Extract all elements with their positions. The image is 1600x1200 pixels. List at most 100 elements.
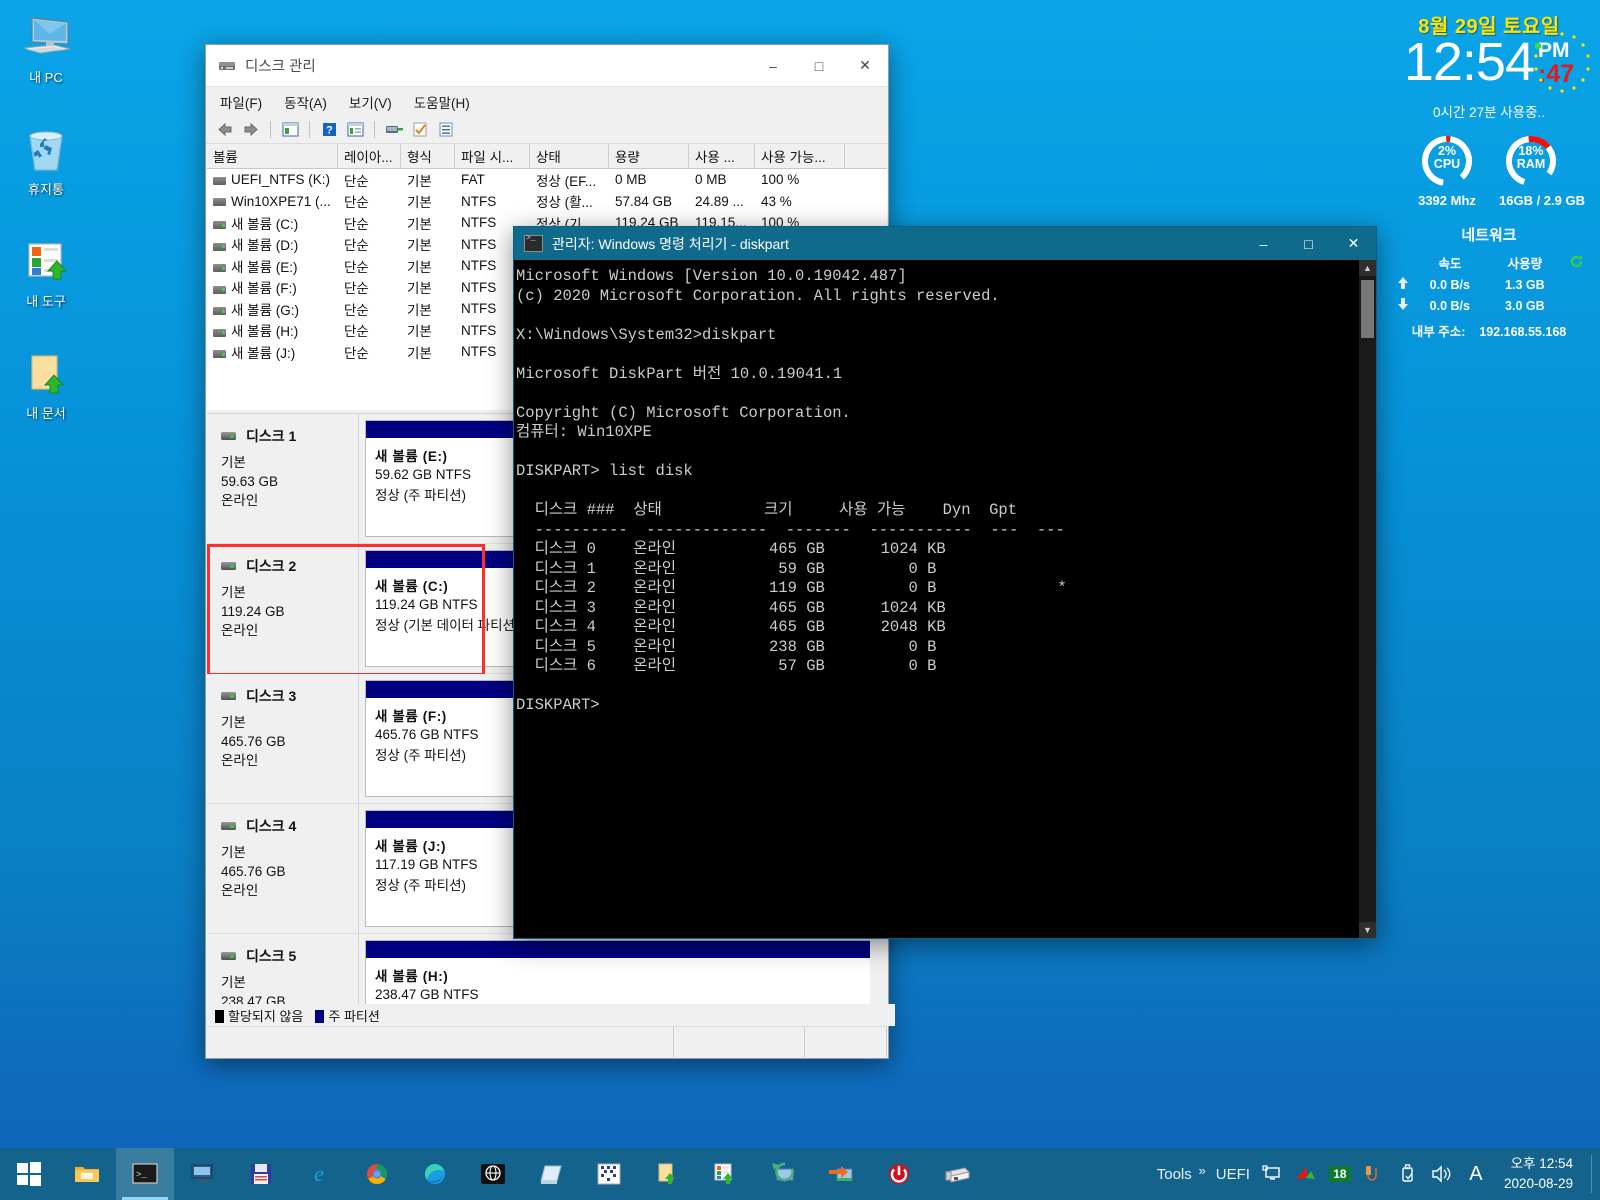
toolbar-separator — [309, 121, 310, 138]
taskbar-item-transfer-tool[interactable] — [812, 1148, 870, 1200]
disk-info-panel[interactable]: 디스크 2 기본 119.24 GB 온라인 — [207, 544, 359, 673]
taskbar-item-google-chrome[interactable] — [348, 1148, 406, 1200]
maximize-button[interactable]: □ — [1286, 227, 1331, 260]
command-prompt-window[interactable]: 관리자: Windows 명령 처리기 - diskpart – □ ✕ Mic… — [513, 226, 1377, 939]
scrollbar-thumb[interactable] — [1361, 280, 1374, 338]
taskbar-item-power[interactable] — [870, 1148, 928, 1200]
disk-info-panel[interactable]: 디스크 4 기본 465.76 GB 온라인 — [207, 804, 359, 933]
tray-overflow-icon[interactable]: » — [1199, 1163, 1206, 1178]
back-arrow-icon[interactable] — [214, 119, 236, 140]
taskbar-item-remote-desktop[interactable] — [174, 1148, 232, 1200]
command-prompt-titlebar[interactable]: 관리자: Windows 명령 처리기 - diskpart – □ ✕ — [514, 227, 1376, 260]
volume-cell-type: 기본 — [407, 238, 432, 254]
minimize-button[interactable]: – — [750, 45, 796, 86]
console-icon: >_ — [132, 1163, 158, 1184]
taskbar-item-microsoft-edge[interactable] — [406, 1148, 464, 1200]
system-tray: Tools » UEFI 18 A 오후 12:54 2020-08-29 — [1157, 1148, 1600, 1200]
maximize-button[interactable]: □ — [796, 45, 842, 86]
ime-icon[interactable]: A — [1464, 1162, 1488, 1186]
list-view-icon[interactable] — [435, 119, 457, 140]
taskbar-item-tools-shortcut[interactable] — [696, 1148, 754, 1200]
scroll-down-icon[interactable]: ▼ — [1359, 922, 1376, 938]
paint-icon[interactable] — [1294, 1162, 1318, 1186]
taskbar-item-disk-tool[interactable] — [928, 1148, 986, 1200]
column-header-free[interactable]: 사용 ... — [689, 144, 755, 168]
menu-help[interactable]: 도움말(H) — [412, 90, 472, 114]
start-button[interactable] — [0, 1148, 58, 1200]
usb-cable-icon[interactable] — [1362, 1162, 1386, 1186]
taskbar-item-internet-explorer[interactable]: e — [290, 1148, 348, 1200]
partition-size: 238.47 GB NTFS — [375, 987, 479, 1002]
desktop-icon-my-pc[interactable]: 내 PC — [0, 8, 92, 112]
hard-disk-icon — [221, 432, 236, 440]
upload-arrow-icon — [1398, 277, 1408, 289]
volume-cell-type: 기본 — [407, 259, 432, 275]
network-ip-line: 내부 주소: 192.168.55.168 — [1378, 321, 1600, 340]
disk-info-panel[interactable]: 디스크 1 기본 59.63 GB 온라인 — [207, 414, 359, 543]
counter-badge-icon[interactable]: 18 — [1328, 1162, 1352, 1186]
notepad-icon — [540, 1165, 562, 1184]
table-row[interactable]: Win10XPE71 (... 단순 기본 NTFS 정상 (활... 57.84 GB 2… — [207, 191, 887, 213]
column-header-status[interactable]: 상태 — [530, 144, 609, 168]
close-button[interactable]: ✕ — [1331, 227, 1376, 260]
menu-file[interactable]: 파일(F) — [218, 90, 264, 114]
taskbar-clock[interactable]: 오후 12:54 2020-08-29 — [1498, 1154, 1573, 1193]
table-row[interactable]: UEFI_NTFS (K:) 단순 기본 FAT 정상 (EF... 0 MB 0 MB 10… — [207, 169, 887, 191]
taskbar-item-file-explorer[interactable] — [58, 1148, 116, 1200]
volume-drive-icon — [213, 242, 226, 251]
ie-icon: e — [314, 1161, 324, 1186]
usb-drive-icon[interactable] — [1396, 1162, 1420, 1186]
properties-icon[interactable] — [409, 119, 431, 140]
volume-cell-pct: 100 % — [761, 172, 800, 188]
console-scrollbar[interactable]: ▲ ▼ — [1359, 260, 1376, 938]
tray-tools-button[interactable]: Tools » — [1157, 1163, 1206, 1183]
console-output[interactable]: Microsoft Windows [Version 10.0.19042.48… — [514, 260, 1359, 938]
taskbar-item-grid-tool[interactable] — [580, 1148, 638, 1200]
desktop-icon-my-documents[interactable]: 내 문서 — [0, 344, 92, 448]
minimize-button[interactable]: – — [1241, 227, 1286, 260]
close-button[interactable]: ✕ — [842, 45, 888, 86]
show-desktop-button[interactable] — [1591, 1155, 1592, 1193]
help-icon[interactable]: ? — [318, 119, 340, 140]
scroll-up-icon[interactable]: ▲ — [1359, 260, 1376, 276]
taskbar-item-documents-shortcut[interactable] — [638, 1148, 696, 1200]
disk-size: 465.76 GB — [221, 864, 286, 880]
column-header-capacity[interactable]: 용량 — [609, 144, 689, 168]
volume-cell-free: 24.89 ... — [695, 193, 744, 209]
network-col-usage: 사용량 — [1507, 257, 1543, 271]
show-pane-icon[interactable] — [344, 119, 366, 140]
column-header-volume[interactable]: 볼륨 — [207, 144, 338, 168]
volume-label: 새 볼륨 (H:) — [231, 324, 299, 340]
disk-management-statusbar — [207, 1026, 887, 1057]
volume-cell-layout: 단순 — [344, 324, 369, 340]
cpu-meter-label: 2% CPU — [1419, 144, 1475, 172]
column-header-layout[interactable]: 레이아... — [338, 144, 401, 168]
taskbar-item-network-drive-tool[interactable] — [464, 1148, 522, 1200]
seconds-dial-icon — [1534, 32, 1590, 93]
taskbar[interactable]: >_ e Tools » UEFI 18 A 오후 12:54 2020-08-2… — [0, 1148, 1600, 1200]
ram-caption: RAM — [1516, 157, 1546, 172]
menu-action[interactable]: 동작(A) — [282, 90, 329, 114]
taskbar-item-command-prompt[interactable]: >_ — [116, 1148, 174, 1200]
column-header-type[interactable]: 형식 — [401, 144, 455, 168]
column-header-filesystem[interactable]: 파일 시... — [455, 144, 530, 168]
column-header-percent-free[interactable]: 사용 가능... — [755, 144, 845, 168]
menu-view[interactable]: 보기(V) — [347, 90, 394, 114]
desktop-icon-label: 휴지통 — [28, 182, 64, 197]
forward-arrow-icon[interactable] — [240, 119, 262, 140]
disk-management-titlebar[interactable]: 디스크 관리 – □ ✕ — [206, 45, 888, 87]
up-level-icon[interactable] — [279, 119, 301, 140]
tray-uefi-label[interactable]: UEFI — [1216, 1166, 1250, 1183]
taskbar-item-notepad[interactable] — [522, 1148, 580, 1200]
volume-cell-free: 0 MB — [695, 172, 727, 188]
volume-icon[interactable] — [1430, 1162, 1454, 1186]
desktop-icon-my-tools[interactable]: 내 도구 — [0, 232, 92, 336]
rescan-disks-icon[interactable] — [383, 119, 405, 140]
disk-title: 디스크 5 — [221, 946, 358, 966]
taskbar-item-save-tool[interactable] — [232, 1148, 290, 1200]
cpu-caption: CPU — [1433, 157, 1461, 172]
disk-info-panel[interactable]: 디스크 3 기본 465.76 GB 온라인 — [207, 674, 359, 803]
taskbar-item-restart-tool[interactable] — [754, 1148, 812, 1200]
display-icon[interactable] — [1260, 1162, 1284, 1186]
desktop-icon-recycle-bin[interactable]: 휴지통 — [0, 120, 92, 224]
